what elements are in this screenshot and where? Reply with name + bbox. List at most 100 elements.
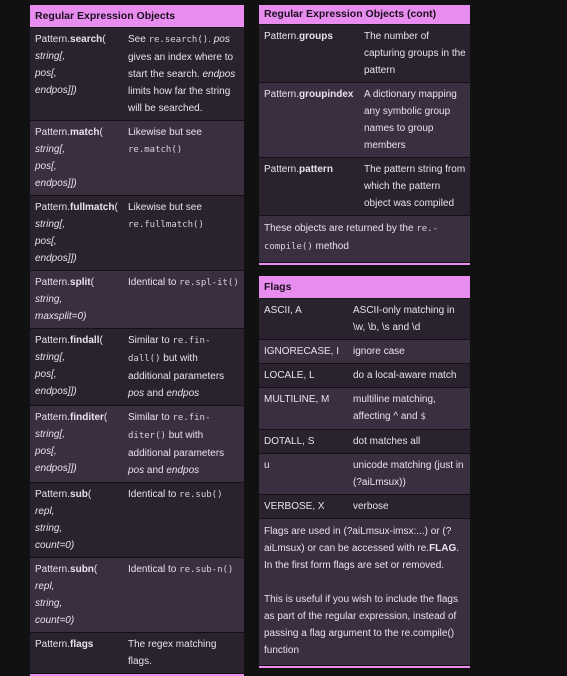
method-arg: count=0) [35,615,75,626]
attribute-name: Pattern.groupindex [264,89,354,100]
param-name: endpos [202,69,236,80]
method-arg: endpos]]) [35,386,77,397]
flag-description: multiline matching, affecting ^ and $ [353,394,436,422]
method-description: Identical to re.sub() [128,489,223,500]
method-arg: repl, [35,506,55,517]
method-arg: pos[, [35,161,57,172]
flag-description: do a local-aware match [353,370,457,381]
regex-objects-header: Regular Expression Objects [30,5,244,28]
method-name: split [70,277,91,288]
method-arg: pos[, [35,68,57,79]
method-row-flags: Pattern.flags The regex matching flags. [30,633,244,674]
flag-name: VERBOSE, X [264,501,325,512]
code-span: re.sub-n() [179,565,234,575]
code-span: re.fullmatch() [128,220,204,230]
flag-description: ASCII-only matching in \w, \b, \s and \d [353,305,455,333]
method-name: finditer [70,412,104,423]
method-description: Identical to re.spl-it() [128,277,239,288]
method-arg: endpos]]) [35,85,77,96]
method-row-fullmatch: Pattern.fullmatch(string[, pos[, endpos]])… [30,196,244,271]
method-arg: string[, [35,51,66,62]
method-name: fullmatch [70,202,115,213]
method-description: Likewise but see re.match() [128,127,202,155]
bold-text: FLAG [429,543,457,554]
method-description: See re.search(). pos gives an index wher… [128,34,236,114]
flags-note: Flags are used in (?aiLmsux-imsx:...) or… [259,519,470,666]
method-signature: Pattern.subn(repl, string, count=0) [35,564,98,626]
flag-description: verbose [353,501,389,512]
attribute-row-groups: Pattern.groups The number of capturing gr… [259,25,470,83]
method-row-finditer: Pattern.finditer(string[, pos[, endpos]]) S… [30,406,244,483]
code-span: $ [420,412,426,422]
method-arg: pos[, [35,369,57,380]
flag-description: unicode matching (just in (?aiLmsux)) [353,460,464,488]
param-name: endpos [166,388,200,399]
method-description: Identical to re.sub-n() [128,564,234,575]
attribute-description: The pattern string from which the patter… [364,164,466,209]
code-span: re.sub() [179,490,223,500]
method-arg: repl, [35,581,55,592]
attribute-name: Pattern.pattern [264,164,333,175]
method-description: Similar to re.fin-diter() but with addit… [128,412,225,476]
method-signature: Pattern.sub(repl, string, count=0) [35,489,92,551]
method-arg: string[, [35,429,66,440]
method-arg: count=0) [35,540,75,551]
flags-note-purpose: This is useful if you wish to include th… [264,594,458,656]
param-name: pos [128,465,145,476]
code-span: re.match() [128,145,183,155]
flags-note-usage: Flags are used in (?aiLmsux-imsx:...) or… [264,526,460,571]
attribute-bold: groupindex [299,89,354,100]
method-arg: maxsplit=0) [35,311,87,322]
method-row-search: Pattern.search(string[, pos[, endpos]]) See… [30,28,244,121]
flag-row: DOTALL, S dot matches all [259,430,470,454]
attribute-description: A dictionary mapping any symbolic group … [364,89,457,151]
regex-objects-cont-rows: Pattern.groups The number of capturing gr… [259,25,470,216]
regex-objects-table: Regular Expression Objects Pattern.searc… [30,5,244,676]
method-arg: endpos]]) [35,463,77,474]
flag-name: LOCALE, L [264,370,315,381]
attribute-name: Pattern.groups [264,31,333,42]
method-row-subn: Pattern.subn(repl, string, count=0) Identic… [30,558,244,633]
code-span: re.fin-dall() [128,336,211,364]
method-signature: Pattern.fullmatch(string[, pos[, endpos]]) [35,202,118,264]
method-arg: string[, [35,219,66,230]
method-description: Likewise but see re.fullmatch() [128,202,204,230]
right-column: Regular Expression Objects (cont) Patter… [259,5,470,668]
flag-row: u unicode matching (just in (?aiLmsux)) [259,454,470,495]
regex-objects-rows: Pattern.search(string[, pos[, endpos]]) See… [30,28,244,674]
regex-objects-cont-header: Regular Expression Objects (cont) [259,5,470,25]
method-arg: endpos]]) [35,253,77,264]
flags-rows: ASCII, A ASCII-only matching in \w, \b, \… [259,299,470,519]
method-row-split: Pattern.split(string, maxsplit=0) Identica… [30,271,244,329]
method-arg: pos[, [35,446,57,457]
flag-row: IGNORECASE, I ignore case [259,340,470,364]
method-row-findall: Pattern.findall(string[, pos[, endpos]]) Si… [30,329,244,406]
flag-description: ignore case [353,346,405,357]
param-name: endpos [166,465,200,476]
method-row-sub: Pattern.sub(repl, string, count=0) Identica… [30,483,244,558]
flag-row: MULTILINE, M multiline matching, affectin… [259,388,470,430]
attribute-bold: pattern [299,164,333,175]
method-name: search [70,34,103,45]
method-signature: Pattern.flags [35,639,94,650]
method-arg: string[, [35,144,66,155]
method-description: The regex matching flags. [128,639,217,667]
flag-row: VERBOSE, X verbose [259,495,470,519]
flag-name: IGNORECASE, I [264,346,340,357]
flag-row: LOCALE, L do a local-aware match [259,364,470,388]
flag-name: MULTILINE, M [264,394,330,405]
attribute-description: The number of capturing groups in the pa… [364,31,466,76]
flag-name: DOTALL, S [264,436,315,447]
method-description: Similar to re.fin-dall() but with additi… [128,335,225,399]
code-span: re.search() [148,35,209,45]
method-signature: Pattern.finditer(string[, pos[, endpos]]) [35,412,108,474]
flag-description: dot matches all [353,436,421,447]
flag-name: ASCII, A [264,305,302,316]
method-signature: Pattern.split(string, maxsplit=0) [35,277,94,322]
table-bottom-border [259,666,470,668]
method-signature: Pattern.findall(string[, pos[, endpos]]) [35,335,103,397]
method-signature: Pattern.match(string[, pos[, endpos]]) [35,127,103,189]
code-span: re.fin-diter() [128,413,211,441]
method-name: match [70,127,100,138]
code-span: re.-compile() [264,224,438,252]
